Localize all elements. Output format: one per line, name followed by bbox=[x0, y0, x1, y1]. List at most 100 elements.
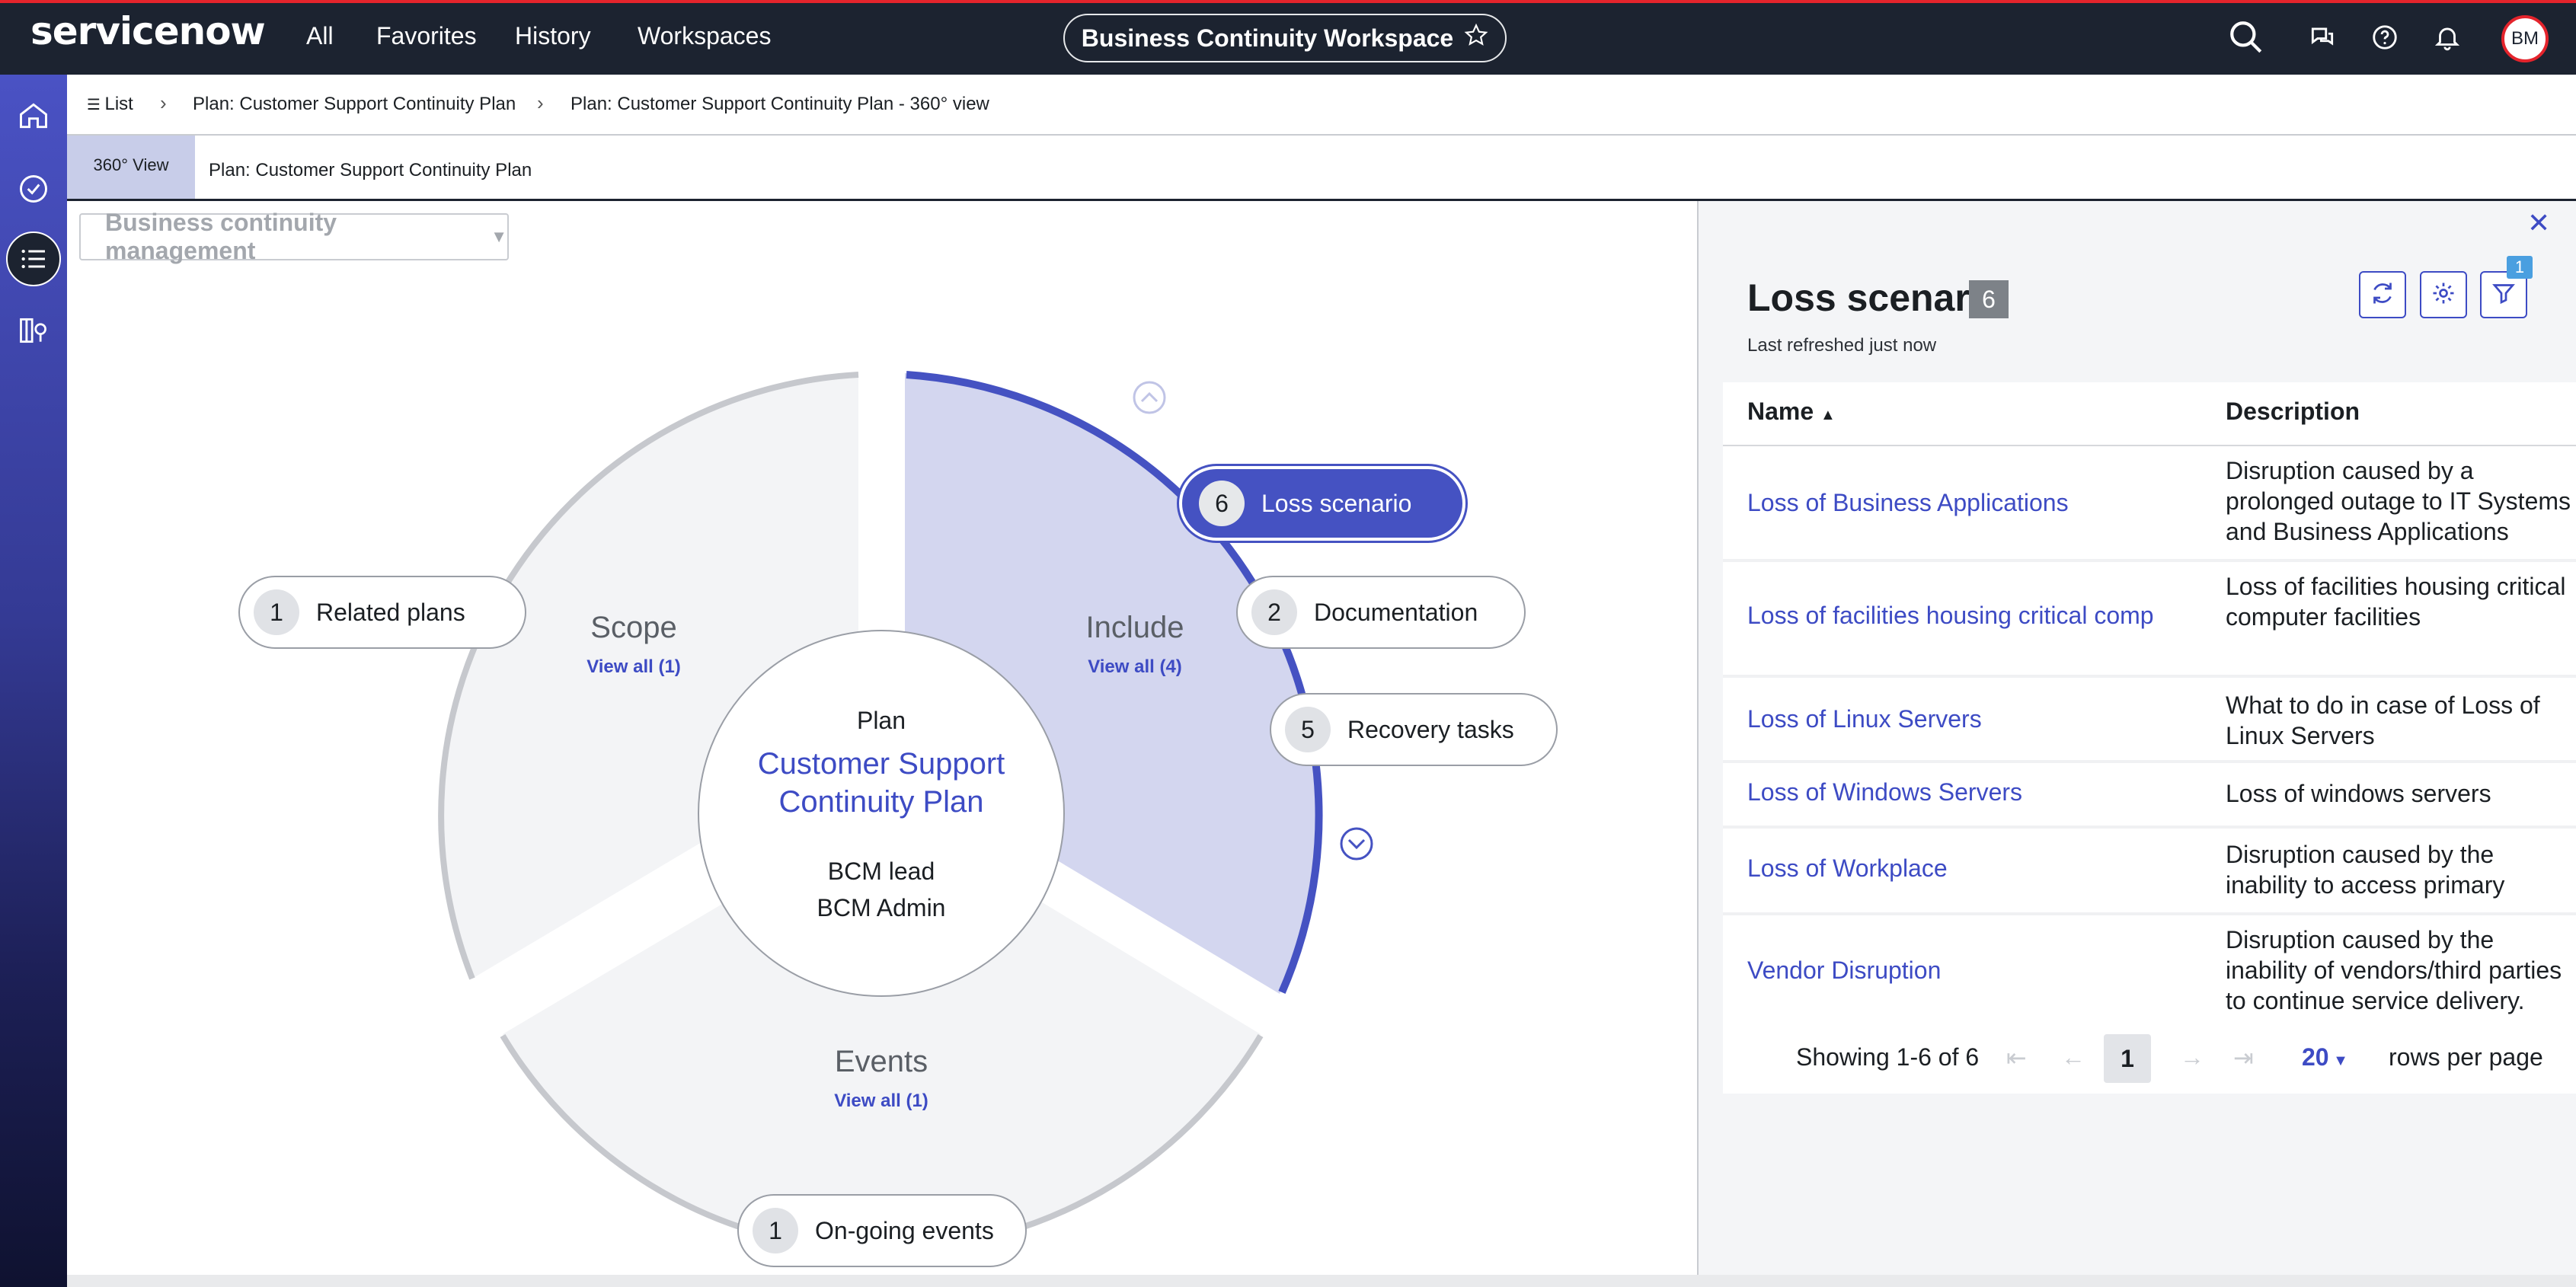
map-book-icon[interactable] bbox=[6, 303, 61, 358]
next-page-icon[interactable]: → bbox=[2180, 1043, 2204, 1071]
nav-favorites[interactable]: Favorites bbox=[376, 22, 477, 50]
rows-per-page-label: rows per page bbox=[2389, 1043, 2543, 1071]
ongoing-events-label: On-going events bbox=[815, 1216, 994, 1244]
row-description: Loss of windows servers bbox=[2226, 780, 2491, 807]
view-dropdown-label: Business continuity management bbox=[105, 209, 337, 264]
recovery-tasks-pill[interactable]: 5 Recovery tasks bbox=[1270, 693, 1558, 766]
filter-count-badge: 1 bbox=[2507, 256, 2533, 279]
column-header-description[interactable]: Description bbox=[2226, 398, 2360, 426]
chevron-right-icon: › bbox=[537, 91, 544, 114]
documentation-label: Documentation bbox=[1314, 598, 1478, 626]
recovery-tasks-count: 5 bbox=[1285, 707, 1331, 752]
panel-count-badge: 6 bbox=[1969, 280, 2009, 318]
panel-title: Loss scenario bbox=[1747, 276, 2004, 319]
breadcrumb: ☰ List › Plan: Customer Support Continui… bbox=[67, 75, 2576, 136]
column-header-name[interactable]: Name ▲ bbox=[1747, 398, 1836, 426]
tab-360-view[interactable]: 360° View bbox=[67, 136, 195, 199]
ongoing-events-count: 1 bbox=[753, 1208, 798, 1253]
table-header: Name ▲ Description bbox=[1723, 382, 2576, 446]
search-icon[interactable] bbox=[2227, 18, 2265, 56]
servicenow-logo[interactable]: servicenow bbox=[30, 9, 266, 53]
refresh-icon bbox=[2369, 279, 2396, 311]
events-view-all-link[interactable]: View all (1) bbox=[805, 1091, 957, 1112]
home-icon[interactable] bbox=[6, 88, 61, 143]
caret-down-icon: ▼ bbox=[491, 227, 507, 246]
nav-all[interactable]: All bbox=[306, 22, 334, 50]
row-description: Disruption caused by a prolonged outage … bbox=[2226, 457, 2571, 545]
center-plan-label: Plan bbox=[856, 707, 906, 734]
row-name-link[interactable]: Loss of Linux Servers bbox=[1747, 705, 1982, 733]
center-lead-value: BCM Admin bbox=[817, 894, 946, 921]
list-icon[interactable] bbox=[6, 232, 61, 286]
view-dropdown[interactable]: Business continuity management ▼ bbox=[79, 209, 509, 264]
settings-button[interactable] bbox=[2420, 271, 2467, 318]
loss-scenario-label: Loss scenario bbox=[1261, 489, 1412, 517]
workspace-title: Business Continuity Workspace bbox=[1081, 24, 1454, 52]
row-name-link[interactable]: Loss of facilities housing critical comp bbox=[1747, 602, 2154, 630]
row-name-link[interactable]: Loss of Business Applications bbox=[1747, 489, 2069, 517]
close-icon[interactable]: ✕ bbox=[2527, 207, 2550, 239]
table-row[interactable]: Loss of Windows Servers Loss of windows … bbox=[1723, 763, 2576, 829]
bell-icon[interactable] bbox=[2433, 23, 2471, 61]
avatar[interactable]: BM bbox=[2501, 15, 2549, 62]
top-navigation-bar: servicenow All Favorites History Workspa… bbox=[0, 0, 2576, 75]
current-page[interactable]: 1 bbox=[2104, 1034, 2151, 1083]
caret-down-icon: ▼ bbox=[2328, 1052, 2348, 1069]
table-row[interactable]: Vendor Disruption Disruption caused by t… bbox=[1723, 915, 2576, 1027]
tab-plan[interactable]: Plan: Customer Support Continuity Plan bbox=[209, 160, 532, 181]
table-row[interactable]: Loss of facilities housing critical comp… bbox=[1723, 562, 2576, 678]
loss-scenario-count: 6 bbox=[1199, 481, 1245, 526]
loss-scenario-pill[interactable]: 6 Loss scenario bbox=[1182, 469, 1462, 538]
row-description: Disruption caused by the inability of ve… bbox=[2226, 926, 2562, 1014]
nav-history[interactable]: History bbox=[515, 22, 591, 50]
pagination: Showing 1-6 of 6 ⇤ ← 1 → ⇥ 20 ▼ rows per… bbox=[1723, 1025, 2576, 1094]
bottom-scroll-strip[interactable] bbox=[67, 1275, 2576, 1287]
row-name-link[interactable]: Loss of Windows Servers bbox=[1747, 778, 2022, 806]
check-circle-icon[interactable] bbox=[6, 161, 61, 216]
help-icon[interactable] bbox=[2370, 23, 2408, 61]
star-icon[interactable] bbox=[1464, 23, 1488, 53]
last-refreshed-text: Last refreshed just now bbox=[1747, 335, 1937, 356]
related-plans-pill[interactable]: 1 Related plans bbox=[238, 576, 526, 649]
nav-workspaces[interactable]: Workspaces bbox=[638, 22, 771, 50]
table-row[interactable]: Loss of Business Applications Disruption… bbox=[1723, 446, 2576, 562]
documentation-count: 2 bbox=[1251, 589, 1297, 635]
tab-bar: 360° View Plan: Customer Support Continu… bbox=[67, 136, 2576, 201]
pagination-summary: Showing 1-6 of 6 bbox=[1796, 1043, 1980, 1071]
breadcrumb-360-view[interactable]: Plan: Customer Support Continuity Plan -… bbox=[570, 94, 989, 115]
breadcrumb-list[interactable]: ☰ List bbox=[87, 94, 133, 115]
sidebar bbox=[0, 75, 67, 1287]
table-row[interactable]: Loss of Workplace Disruption caused by t… bbox=[1723, 829, 2576, 915]
gear-icon bbox=[2430, 279, 2457, 311]
row-name-link[interactable]: Vendor Disruption bbox=[1747, 956, 1941, 985]
segment-include-title: Include bbox=[1085, 611, 1184, 644]
documentation-pill[interactable]: 2 Documentation bbox=[1236, 576, 1526, 649]
rows-per-page-select[interactable]: 20 ▼ bbox=[2302, 1043, 2348, 1071]
scope-view-all-link[interactable]: View all (1) bbox=[558, 656, 710, 678]
chevron-right-icon: › bbox=[160, 91, 167, 114]
related-plans-label: Related plans bbox=[316, 598, 465, 626]
refresh-button[interactable] bbox=[2359, 271, 2406, 318]
first-page-icon[interactable]: ⇤ bbox=[2006, 1043, 2027, 1072]
row-name-link[interactable]: Loss of Workplace bbox=[1747, 854, 1948, 883]
ongoing-events-pill[interactable]: 1 On-going events bbox=[737, 1194, 1027, 1267]
recovery-tasks-label: Recovery tasks bbox=[1347, 715, 1514, 743]
row-description: Loss of facilities housing critical comp… bbox=[2226, 573, 2566, 631]
center-plan-title[interactable]: Customer Support Continuity Plan bbox=[737, 745, 1026, 821]
filter-icon bbox=[2490, 279, 2517, 311]
chat-icon[interactable] bbox=[2308, 23, 2346, 61]
workspace-title-pill[interactable]: Business Continuity Workspace bbox=[1063, 14, 1507, 62]
include-view-all-link[interactable]: View all (4) bbox=[1059, 656, 1211, 678]
related-plans-count: 1 bbox=[254, 589, 299, 635]
segment-scope-title: Scope bbox=[590, 611, 677, 644]
last-page-icon[interactable]: ⇥ bbox=[2233, 1043, 2254, 1072]
list-small-icon: ☰ bbox=[87, 97, 105, 113]
loss-scenario-table: Name ▲ Description Loss of Business Appl… bbox=[1723, 382, 2576, 1027]
previous-page-icon[interactable]: ← bbox=[2061, 1043, 2085, 1071]
table-row[interactable]: Loss of Linux Servers What to do in case… bbox=[1723, 678, 2576, 763]
center-lead-label: BCM lead bbox=[827, 857, 935, 885]
row-description: What to do in case of Loss of Linux Serv… bbox=[2226, 691, 2540, 749]
row-description: Disruption caused by the inability to ac… bbox=[2226, 841, 2505, 899]
segment-events-title: Events bbox=[834, 1045, 928, 1078]
breadcrumb-plan[interactable]: Plan: Customer Support Continuity Plan bbox=[193, 94, 516, 115]
